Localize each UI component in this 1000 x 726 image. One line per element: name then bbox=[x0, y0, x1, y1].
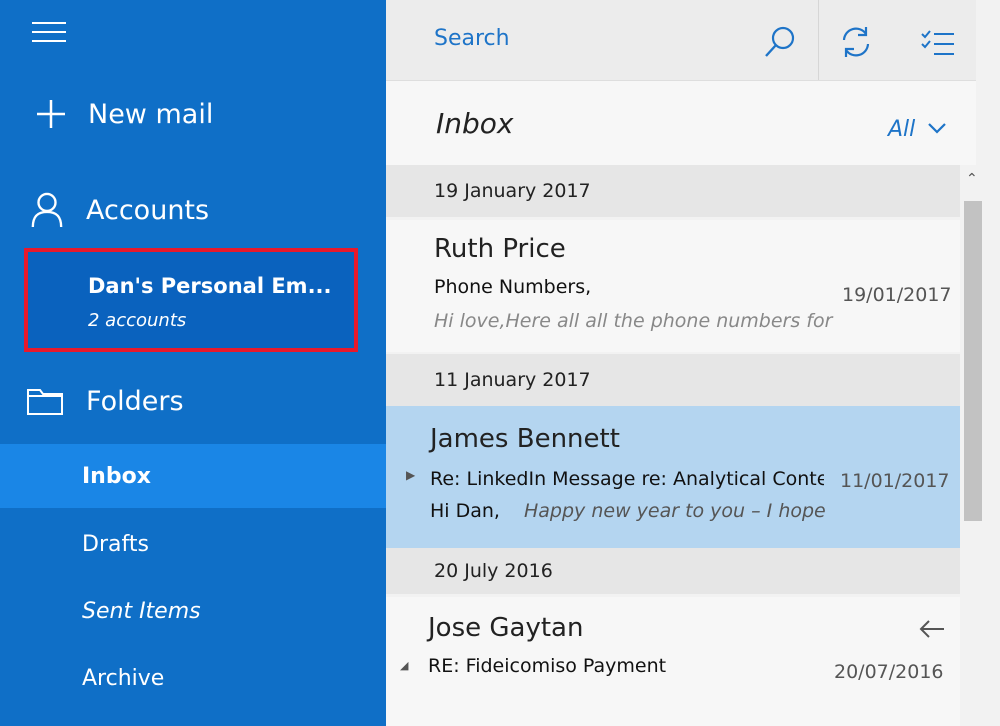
date-group-header: 20 July 2016 bbox=[386, 548, 960, 594]
account-item[interactable]: Dan's Personal Em... 2 accounts bbox=[24, 248, 358, 352]
new-mail-label: New mail bbox=[88, 98, 214, 130]
message-item-selected[interactable]: ▶ James Bennett Re: LinkedIn Message re:… bbox=[386, 406, 960, 548]
expand-arrow-icon[interactable]: ▶ bbox=[406, 468, 415, 482]
mail-app: New mail Accounts Dan's Personal Em... 2… bbox=[0, 0, 1000, 726]
message-date: 20/07/2016 bbox=[834, 661, 944, 683]
filter-label: All bbox=[888, 117, 916, 142]
message-sender: Ruth Price bbox=[434, 234, 566, 264]
folder-archive[interactable]: Archive bbox=[0, 646, 386, 710]
inbox-header: Inbox All bbox=[386, 81, 976, 165]
inbox-title: Inbox bbox=[436, 107, 514, 140]
folder-label: Drafts bbox=[82, 531, 149, 557]
reply-arrow-icon bbox=[918, 619, 946, 643]
top-toolbar: Search bbox=[386, 0, 976, 81]
message-subject: RE: Fideicomiso Payment bbox=[428, 655, 667, 677]
account-name: Dan's Personal Em... bbox=[88, 274, 332, 298]
folder-label: Inbox bbox=[82, 463, 151, 489]
message-date: 11/01/2017 bbox=[840, 470, 950, 492]
folder-icon bbox=[26, 386, 64, 416]
message-item[interactable]: Ruth Price Phone Numbers, 19/01/2017 Hi … bbox=[386, 220, 960, 352]
chevron-down-icon bbox=[927, 120, 947, 139]
plus-icon bbox=[34, 97, 68, 131]
folder-label: Sent Items bbox=[82, 598, 201, 624]
search-input[interactable]: Search bbox=[434, 26, 510, 51]
message-subject: Re: LinkedIn Message re: Analytical Cont… bbox=[430, 468, 824, 490]
account-count: 2 accounts bbox=[88, 310, 187, 331]
scroll-up-icon[interactable]: ⌃ bbox=[966, 171, 978, 187]
new-mail-button[interactable]: New mail bbox=[0, 88, 386, 140]
message-list-pane: Search Inbox All 19 January 2017 Ruth Pr… bbox=[386, 0, 1000, 726]
message-preview-prefix: Hi Dan, bbox=[430, 500, 500, 522]
message-date: 19/01/2017 bbox=[842, 284, 952, 306]
filter-dropdown[interactable]: All bbox=[888, 117, 947, 142]
search-icon[interactable] bbox=[762, 24, 798, 60]
folders-button[interactable]: Folders bbox=[0, 372, 386, 430]
person-icon bbox=[30, 190, 64, 230]
message-sender: Jose Gaytan bbox=[428, 613, 584, 643]
folder-label: Archive bbox=[82, 665, 165, 691]
scrollbar-thumb[interactable] bbox=[964, 201, 982, 521]
select-icon[interactable] bbox=[920, 28, 956, 60]
accounts-button[interactable]: Accounts bbox=[0, 182, 386, 238]
sync-icon[interactable] bbox=[838, 24, 874, 60]
message-sender: James Bennett bbox=[430, 424, 620, 454]
hamburger-menu-icon[interactable] bbox=[32, 22, 66, 44]
toolbar-divider bbox=[818, 0, 819, 80]
scrollbar[interactable]: ⌃ bbox=[960, 165, 986, 726]
folder-drafts[interactable]: Drafts bbox=[0, 512, 386, 576]
date-group-header: 19 January 2017 bbox=[386, 165, 960, 217]
message-preview: Happy new year to you – I hope bbox=[524, 500, 826, 522]
message-item[interactable]: ◢ Jose Gaytan RE: Fideicomiso Payment 20… bbox=[386, 597, 960, 726]
accounts-label: Accounts bbox=[86, 194, 210, 226]
date-group-header: 11 January 2017 bbox=[386, 354, 960, 406]
sidebar: New mail Accounts Dan's Personal Em... 2… bbox=[0, 0, 386, 726]
collapse-arrow-icon[interactable]: ◢ bbox=[400, 659, 408, 672]
folder-sent-items[interactable]: Sent Items bbox=[0, 579, 386, 643]
message-list: 19 January 2017 Ruth Price Phone Numbers… bbox=[386, 165, 960, 726]
message-subject: Phone Numbers, bbox=[434, 276, 592, 298]
folder-inbox[interactable]: Inbox bbox=[0, 444, 386, 508]
folders-label: Folders bbox=[86, 385, 184, 417]
message-preview: Hi love,Here all all the phone numbers f… bbox=[434, 310, 833, 332]
